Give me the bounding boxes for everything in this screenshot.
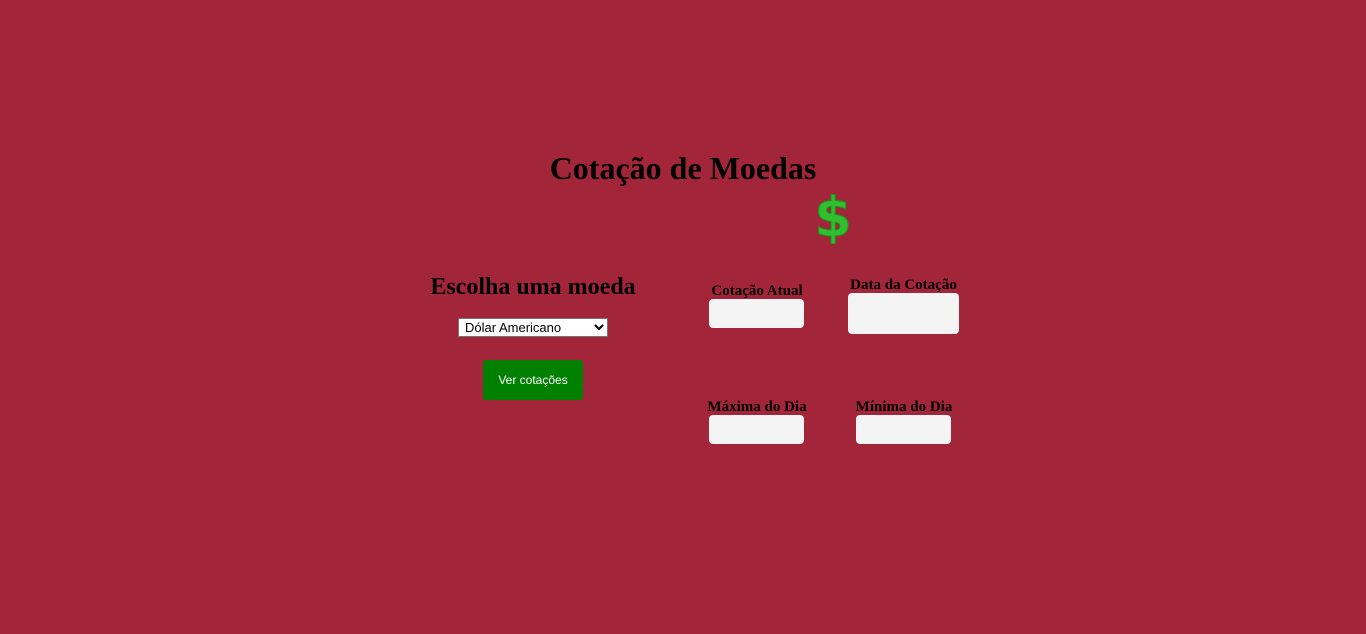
current-quote-label: Cotação Atual xyxy=(711,283,803,299)
day-max-field[interactable] xyxy=(709,415,804,444)
day-max-label: Máxima do Dia xyxy=(707,399,807,415)
page: Cotação de Moedas $ Escolha uma moeda Dó… xyxy=(0,0,1366,634)
svg-text:$: $ xyxy=(814,188,852,244)
choose-currency-heading: Escolha uma moeda xyxy=(430,274,636,300)
dollar-icon: $ xyxy=(814,188,853,244)
current-quote-field[interactable] xyxy=(709,299,804,328)
currency-select[interactable]: Dólar Americano xyxy=(458,318,608,337)
day-min-field[interactable] xyxy=(856,415,951,444)
quote-date-label: Data da Cotação xyxy=(850,277,957,293)
see-quotes-button[interactable]: Ver cotações xyxy=(483,360,583,400)
page-title: Cotação de Moedas xyxy=(549,150,817,186)
quote-date-field[interactable] xyxy=(848,293,959,334)
day-min-label: Mínima do Dia xyxy=(855,399,953,415)
